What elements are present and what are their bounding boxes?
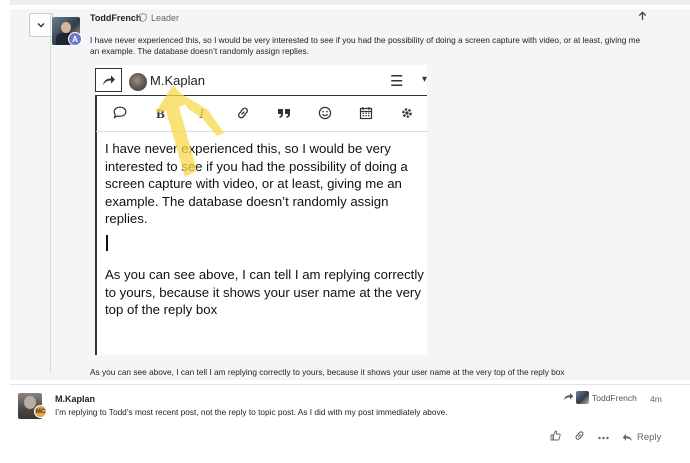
avatar-badge: MC — [34, 405, 47, 418]
post-author[interactable]: M.Kaplan — [55, 394, 95, 404]
reply-label: Reply — [637, 431, 662, 443]
composer-border — [95, 96, 97, 355]
post-timestamp[interactable]: 4m — [650, 394, 662, 404]
post-caption: As you can see above, I can tell I am re… — [90, 367, 565, 377]
embedded-screenshot[interactable]: M.Kaplan ☰ ▾ B I I have never experience… — [95, 65, 427, 355]
reply-to-link[interactable]: ToddFrench — [563, 391, 637, 404]
shield-icon — [139, 13, 147, 24]
post-body: I’m replying to Todd’s most recent post,… — [55, 407, 448, 417]
reply-arrow-icon — [563, 392, 574, 404]
gear-icon — [386, 106, 427, 123]
smiley-icon — [304, 106, 345, 123]
divider — [96, 131, 427, 132]
avatar — [576, 391, 589, 404]
composer-paragraph: I have never experienced this, so I woul… — [105, 141, 408, 226]
link-icon — [222, 106, 263, 123]
text-cursor — [106, 235, 108, 251]
italic-icon: I — [199, 106, 204, 121]
composer-paragraph: As you can see above, I can tell I am re… — [105, 267, 424, 317]
reply-button[interactable]: Reply — [622, 432, 661, 443]
speech-bubble-icon — [99, 106, 140, 122]
post-author[interactable]: ToddFrench — [90, 13, 141, 23]
quote-icon — [263, 107, 304, 122]
post-body: I have never experienced this, so I woul… — [90, 35, 641, 56]
share-icon — [95, 68, 122, 92]
post-actions: Reply — [550, 430, 661, 444]
post-toddfrench: A ToddFrench Leader I have never experie… — [10, 9, 690, 380]
reply-to-username: M.Kaplan — [150, 73, 205, 88]
calendar-icon — [345, 106, 386, 123]
bold-icon: B — [156, 106, 165, 121]
post-mkaplan: MC M.Kaplan I’m replying to Todd’s most … — [10, 384, 690, 454]
chevron-down-icon: ▾ — [422, 74, 428, 85]
top-divider — [10, 0, 690, 5]
arrow-up-icon[interactable] — [638, 11, 647, 24]
composer-toolbar: B I — [99, 103, 427, 125]
reply-header: M.Kaplan ☰ ▾ — [95, 65, 427, 96]
hamburger-icon: ☰ — [390, 73, 404, 90]
reply-arrow-icon — [622, 433, 632, 441]
like-icon[interactable] — [550, 430, 561, 444]
user-role: Leader — [151, 13, 180, 23]
more-icon[interactable] — [598, 432, 609, 443]
reply-to-username: ToddFrench — [592, 392, 637, 403]
avatar — [129, 73, 147, 91]
link-icon[interactable] — [574, 430, 585, 444]
avatar-badge: A — [68, 32, 82, 46]
thread-line — [50, 13, 51, 373]
chevron-down-icon — [37, 23, 45, 28]
